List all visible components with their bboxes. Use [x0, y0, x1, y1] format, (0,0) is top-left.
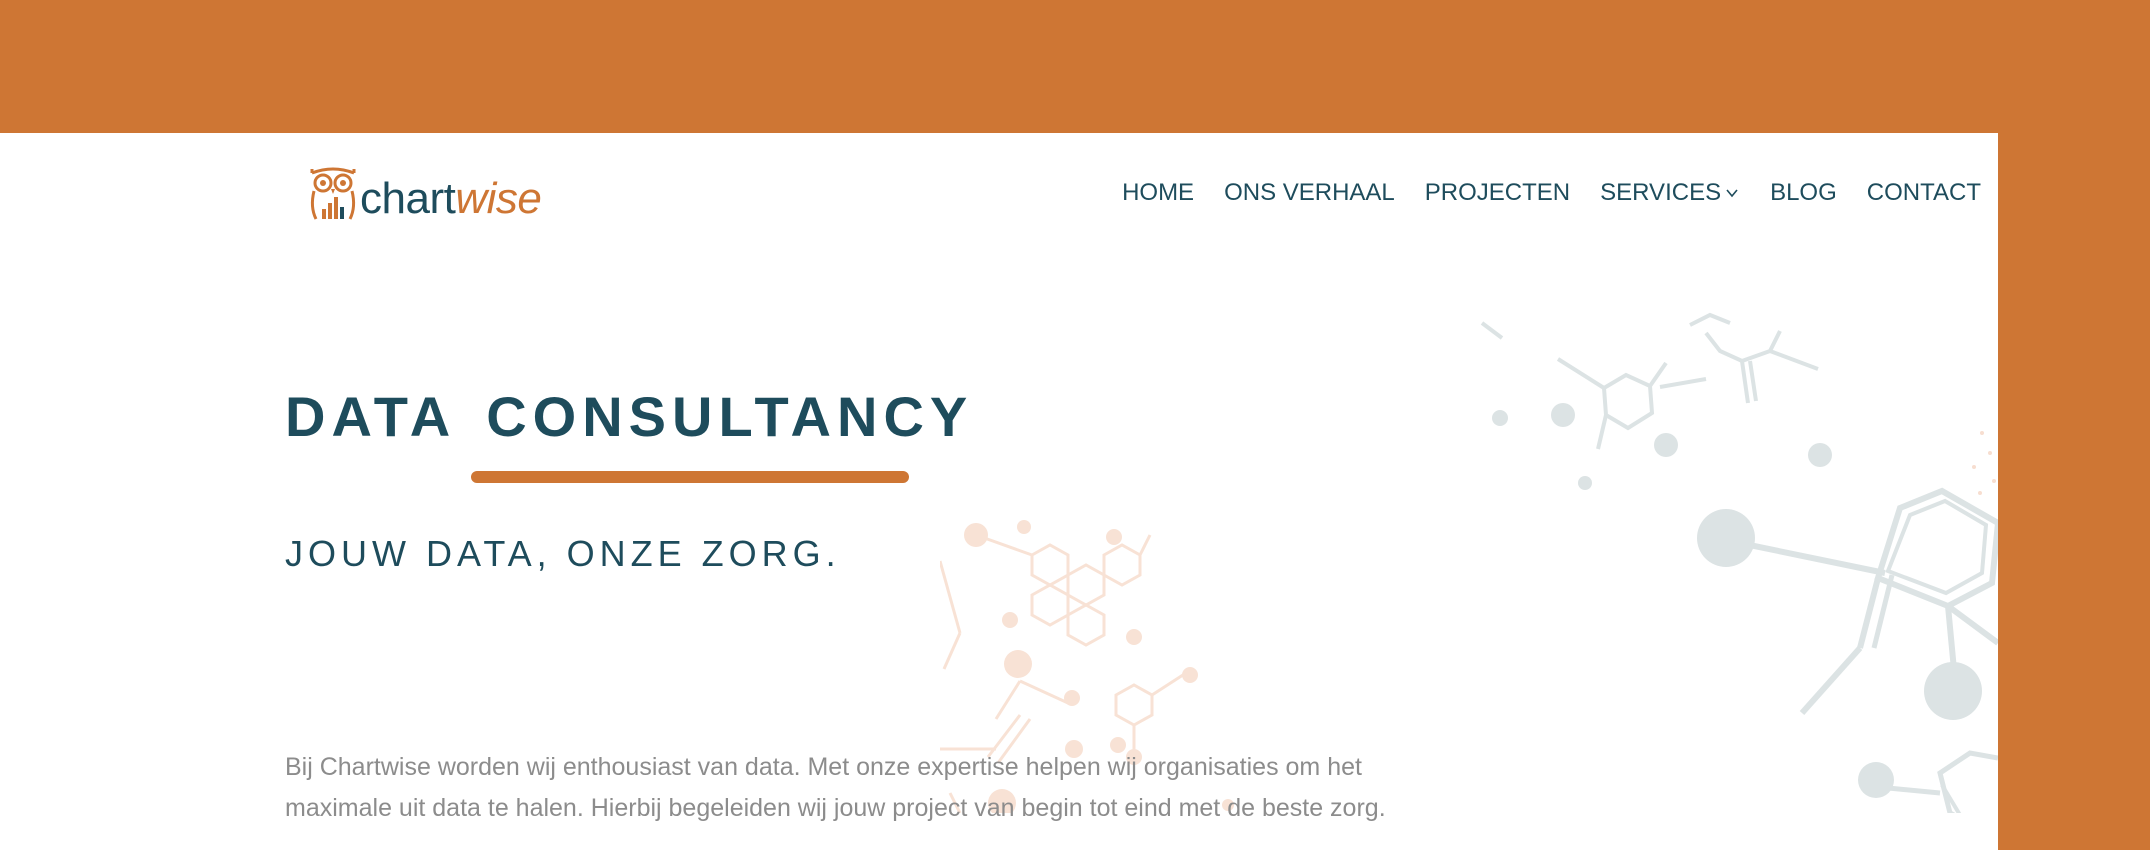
logo-text-primary: chart	[360, 174, 456, 223]
hero-intro-text: Bij Chartwise worden wij enthousiast van…	[285, 753, 1386, 822]
main-nav: HOME ONS VERHAAL PROJECTEN SERVICES BLOG…	[1122, 133, 1981, 253]
nav-item-contact[interactable]: CONTACT	[1867, 179, 1981, 207]
hero-title-word-data: DATA	[285, 385, 457, 448]
hero-title: DATA CONSULTANCY	[285, 385, 973, 449]
nav-item-label: HOME	[1122, 179, 1195, 206]
nav-item-services[interactable]: SERVICES	[1600, 179, 1740, 207]
logo[interactable]: chartwise	[306, 155, 542, 225]
nav-item-label: BLOG	[1770, 179, 1837, 206]
hero-title-word-consultancy: CONSULTANCY	[486, 385, 974, 448]
title-underline-accent	[471, 471, 909, 483]
nav-item-label: CONTACT	[1866, 179, 1981, 206]
owl-bar-chart-icon	[310, 167, 356, 220]
chevron-down-icon	[1726, 189, 1738, 198]
hero-subtitle: JOUW DATA, ONZE ZORG.	[285, 533, 841, 574]
logo-wordmark: chartwise	[360, 174, 542, 225]
logo-text-accent: wise	[455, 174, 542, 223]
nav-item-blog[interactable]: BLOG	[1770, 179, 1837, 207]
hero-section: DATA CONSULTANCY JOUW DATA, ONZE ZORG. B…	[285, 385, 1386, 822]
site-header: chartwise HOME ONS VERHAAL PROJECTEN SER…	[0, 133, 1998, 253]
page-card: chartwise HOME ONS VERHAAL PROJECTEN SER…	[0, 133, 1998, 850]
nav-item-label: SERVICES	[1600, 179, 1722, 206]
nav-item-projecten[interactable]: PROJECTEN	[1425, 179, 1570, 207]
nav-item-label: ONS VERHAAL	[1224, 179, 1395, 206]
nav-item-label: PROJECTEN	[1424, 179, 1571, 206]
nav-item-home[interactable]: HOME	[1122, 179, 1194, 207]
molecule-decoration-right	[1480, 312, 1998, 813]
nav-item-ons-verhaal[interactable]: ONS VERHAAL	[1224, 179, 1395, 207]
